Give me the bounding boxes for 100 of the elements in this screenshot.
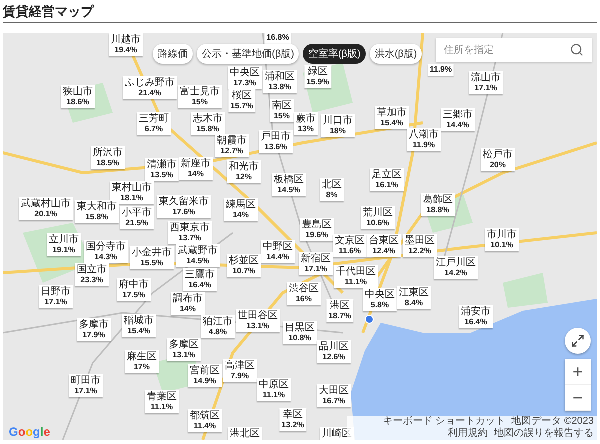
rate-label[interactable]: 緑区 15.9%	[304, 66, 332, 88]
area-name: 江東区	[399, 288, 429, 298]
rate-label[interactable]: 市川市 10.1%	[485, 228, 519, 252]
rate-label[interactable]: 多摩市 17.9%	[77, 318, 111, 342]
rate-label[interactable]: 府中市 17.5%	[117, 278, 151, 302]
area-name: 青葉区	[147, 392, 177, 402]
rate-label[interactable]: 和光市 12%	[227, 160, 261, 184]
rate-label[interactable]: 渋谷区 16%	[287, 282, 321, 306]
rate-label[interactable]: 所沢市 18.5%	[91, 146, 125, 170]
rate-label[interactable]: 稲城市 15.4%	[122, 314, 156, 338]
rate-label[interactable]: 志木市 15.8%	[191, 112, 225, 136]
rate-label[interactable]: 世田谷区 13.1%	[236, 310, 280, 332]
rate-label[interactable]: 幸区 13.2%	[280, 408, 306, 432]
rate-label[interactable]: 大田区 16.7%	[317, 384, 351, 408]
rate-label[interactable]: 北区 8%	[320, 178, 344, 202]
rate-label[interactable]: 都筑区 11.4%	[188, 410, 222, 432]
rate-label[interactable]: 富士見市 15%	[178, 86, 222, 108]
rate-label[interactable]: 港区 18.7%	[326, 300, 354, 322]
rate-label[interactable]: 中野区 14.4%	[261, 240, 295, 264]
rate-label[interactable]: ふじみ野市 21.4%	[123, 76, 177, 100]
layer-button[interactable]: 公示・基準地価(β版)	[197, 44, 300, 64]
attribution-link[interactable]: 利用規約	[448, 428, 488, 440]
rate-label[interactable]: 品川区 12.6%	[317, 340, 351, 364]
rate-label[interactable]: 立川市 19.1%	[47, 234, 81, 256]
search-input[interactable]: 住所を指定	[444, 42, 566, 58]
rate-label[interactable]: 練馬区 14%	[224, 198, 258, 222]
area-name: 東久留米市	[159, 196, 209, 208]
rate-label[interactable]: 三芳町 6.7%	[137, 112, 171, 136]
rate-label[interactable]: 文京区 11.6%	[333, 234, 367, 258]
rate-label[interactable]: 戸田市 13.6%	[259, 130, 293, 154]
rate-label[interactable]: 麻生区 17%	[125, 350, 159, 374]
rate-label[interactable]: 目黒区 10.8%	[283, 322, 317, 344]
rate-label[interactable]: 新宿区 17.1%	[299, 252, 333, 276]
rate-label[interactable]: 葛飾区 18.8%	[421, 194, 455, 216]
rate-label[interactable]: 中央区 17.3%	[228, 66, 262, 90]
rate-label[interactable]: 南区 15%	[270, 100, 294, 122]
rate-label[interactable]: 狭山市 18.6%	[61, 86, 95, 108]
vacancy-rate: 13%	[296, 124, 315, 134]
rate-label[interactable]: 川越市 19.4%	[109, 34, 143, 56]
attribution-link[interactable]: キーボード ショートカット	[382, 416, 506, 428]
rate-label[interactable]: 八潮市 11.9%	[407, 128, 441, 152]
attribution-link[interactable]: 地図の誤りを報告する	[494, 428, 594, 440]
rate-label[interactable]: 西東京市 13.7%	[168, 222, 212, 244]
rate-label[interactable]: 高津区 7.9%	[223, 360, 257, 382]
rate-label[interactable]: 三郷市 14.4%	[441, 108, 475, 132]
rate-label[interactable]: 川口市 18%	[321, 114, 355, 138]
rate-label[interactable]: 浦安市 16.4%	[459, 306, 493, 328]
rate-label[interactable]: 武蔵野市 14.5%	[176, 244, 220, 268]
rate-label[interactable]: 蕨市 13%	[294, 112, 318, 136]
area-name: 練馬区	[226, 200, 256, 210]
rate-label[interactable]: 桜区 15.7%	[228, 90, 256, 112]
vacancy-rate: 13.5%	[150, 170, 174, 180]
rate-label[interactable]: 中央区 5.8%	[363, 288, 397, 312]
rate-label[interactable]: 荒川区 10.6%	[361, 206, 395, 230]
layer-button[interactable]: 洪水(β版)	[370, 44, 422, 64]
layer-button[interactable]: 路線価	[153, 44, 193, 64]
rate-label[interactable]: 豊島区 19.6%	[300, 218, 334, 242]
rate-label[interactable]: 東大和市 15.8%	[75, 200, 119, 224]
rate-label[interactable]: 杉並区 10.7%	[227, 254, 261, 278]
rate-label[interactable]: 日野市 17.1%	[39, 286, 73, 308]
rate-label[interactable]: 流山市 17.1%	[469, 72, 503, 94]
rate-label[interactable]: 新座市 14%	[179, 158, 213, 180]
rate-label[interactable]: 台東区 12.4%	[367, 234, 401, 258]
rate-label[interactable]: 多摩区 13.1%	[167, 338, 201, 362]
rate-label[interactable]: 清瀬市 13.5%	[145, 158, 179, 182]
rate-label[interactable]: 墨田区 12.2%	[403, 234, 437, 258]
rate-label[interactable]: 国立市 23.3%	[75, 264, 109, 286]
rate-label[interactable]: 朝霞市 12.7%	[215, 134, 249, 158]
rate-label[interactable]: 江東区 8.4%	[397, 286, 431, 310]
rate-label[interactable]: 国分寺市 14.3%	[84, 240, 128, 264]
layer-button[interactable]: 空室率(β版)	[303, 44, 366, 64]
rate-label[interactable]: 板橋区 14.5%	[272, 174, 306, 196]
rate-label[interactable]: 町田市 17.1%	[69, 374, 103, 398]
rate-label[interactable]: 江戸川区 14.2%	[434, 256, 478, 280]
rate-label[interactable]: 松戸市 20%	[481, 148, 515, 172]
rate-label[interactable]: 小金井市 15.5%	[130, 246, 174, 270]
rate-label[interactable]: 千代田区 11.1%	[334, 266, 378, 288]
rate-label[interactable]: 三鷹市 16.4%	[183, 268, 217, 292]
vacancy-rate: 17.1%	[44, 298, 68, 308]
rate-label[interactable]: 宮前区 14.9%	[188, 364, 222, 388]
zoom-button[interactable]: +	[565, 359, 591, 385]
rate-label[interactable]: 草加市 15.4%	[375, 106, 409, 130]
search-field[interactable]: 住所を指定	[436, 38, 592, 62]
rate-label[interactable]: 足立区 16.1%	[370, 168, 404, 192]
rate-label[interactable]: 狛江市 4.8%	[201, 316, 235, 338]
rate-label[interactable]: 青葉区 11.1%	[145, 390, 179, 414]
rate-label[interactable]: 武蔵村山市 20.1%	[19, 198, 73, 220]
vacancy-rate: 17.1%	[304, 264, 328, 274]
area-name: 日野市	[41, 286, 71, 298]
rate-label[interactable]: 調布市 14%	[171, 292, 205, 316]
attribution-link[interactable]: 地図データ ©2023	[512, 416, 594, 428]
vacancy-rate: 15.9%	[306, 78, 330, 88]
area-name: 緑区	[307, 66, 329, 78]
rate-label[interactable]: 浦和区 13.8%	[263, 70, 297, 94]
rate-label[interactable]: 小平市 21.5%	[120, 206, 154, 230]
area-name: 志木市	[193, 114, 223, 124]
zoom-button[interactable]: −	[565, 385, 591, 411]
rate-label[interactable]: 東久留米市 17.6%	[157, 196, 211, 218]
area-name: 板橋区	[274, 174, 304, 186]
rate-label[interactable]: 中原区 11.1%	[257, 378, 291, 402]
